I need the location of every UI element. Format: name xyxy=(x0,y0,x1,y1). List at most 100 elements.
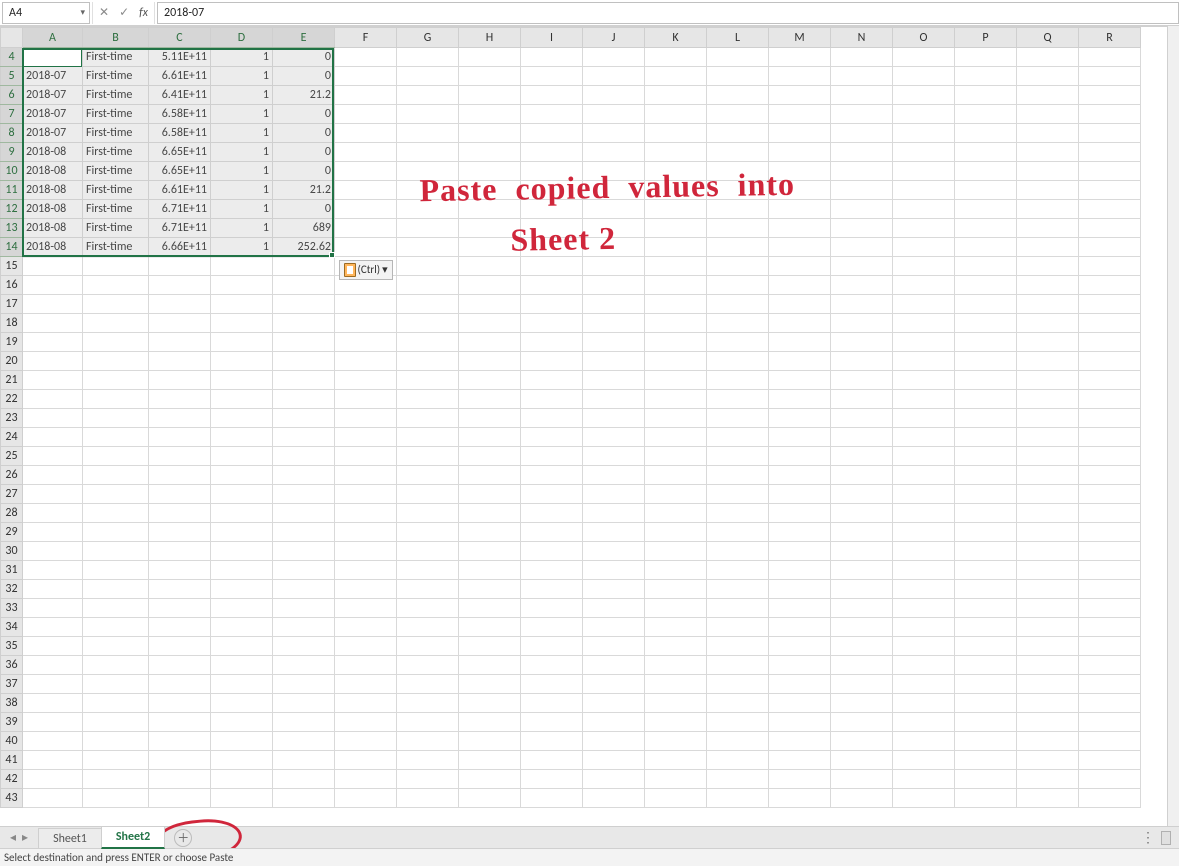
cell[interactable] xyxy=(1017,485,1079,504)
cell[interactable] xyxy=(1017,143,1079,162)
column-header[interactable]: J xyxy=(583,28,645,48)
cell[interactable] xyxy=(1017,751,1079,770)
row-header[interactable]: 28 xyxy=(1,504,23,523)
cell[interactable] xyxy=(955,124,1017,143)
cell[interactable] xyxy=(583,618,645,637)
cell[interactable] xyxy=(335,219,397,238)
cell[interactable] xyxy=(397,238,459,257)
name-box-dropdown-icon[interactable]: ▾ xyxy=(80,7,85,18)
cell[interactable] xyxy=(1079,314,1141,333)
cell[interactable] xyxy=(831,428,893,447)
cell[interactable] xyxy=(645,447,707,466)
cell[interactable] xyxy=(211,314,273,333)
cell[interactable] xyxy=(955,523,1017,542)
cell[interactable] xyxy=(211,637,273,656)
cell[interactable] xyxy=(273,789,335,808)
cell[interactable] xyxy=(23,428,83,447)
cell[interactable] xyxy=(397,466,459,485)
cell[interactable] xyxy=(1079,295,1141,314)
cell[interactable]: 2018-08 xyxy=(23,162,83,181)
row-header[interactable]: 39 xyxy=(1,713,23,732)
cell[interactable] xyxy=(459,238,521,257)
column-header[interactable]: R xyxy=(1079,28,1141,48)
cell[interactable] xyxy=(397,67,459,86)
cell[interactable] xyxy=(397,637,459,656)
cell[interactable] xyxy=(23,637,83,656)
cell[interactable] xyxy=(1079,770,1141,789)
cell[interactable] xyxy=(83,656,149,675)
cell[interactable] xyxy=(521,485,583,504)
cell[interactable] xyxy=(211,675,273,694)
row-header[interactable]: 33 xyxy=(1,599,23,618)
cell[interactable] xyxy=(707,561,769,580)
cell[interactable] xyxy=(893,732,955,751)
cell[interactable] xyxy=(521,618,583,637)
cell[interactable] xyxy=(707,162,769,181)
cell[interactable] xyxy=(955,314,1017,333)
cell[interactable] xyxy=(397,295,459,314)
cell[interactable]: 1 xyxy=(211,105,273,124)
cell[interactable] xyxy=(521,219,583,238)
cell[interactable] xyxy=(23,371,83,390)
row-header[interactable]: 25 xyxy=(1,447,23,466)
cell[interactable] xyxy=(1079,732,1141,751)
cell[interactable] xyxy=(831,732,893,751)
cell[interactable] xyxy=(83,751,149,770)
cell[interactable] xyxy=(1079,276,1141,295)
cell[interactable] xyxy=(893,181,955,200)
cell[interactable] xyxy=(769,485,831,504)
cell[interactable] xyxy=(83,542,149,561)
cell[interactable] xyxy=(955,219,1017,238)
cell[interactable] xyxy=(521,466,583,485)
cell[interactable]: 6.71E+11 xyxy=(149,219,211,238)
cell[interactable] xyxy=(893,352,955,371)
cell[interactable] xyxy=(459,751,521,770)
cell[interactable] xyxy=(955,599,1017,618)
cell[interactable] xyxy=(397,200,459,219)
cell[interactable] xyxy=(211,732,273,751)
cell[interactable] xyxy=(955,485,1017,504)
cell[interactable] xyxy=(769,105,831,124)
cell[interactable] xyxy=(459,656,521,675)
cell[interactable]: First-time xyxy=(83,143,149,162)
cell[interactable] xyxy=(955,675,1017,694)
cell[interactable] xyxy=(1079,238,1141,257)
cell[interactable] xyxy=(769,314,831,333)
cell[interactable] xyxy=(645,162,707,181)
cell[interactable] xyxy=(149,751,211,770)
cell[interactable] xyxy=(1017,637,1079,656)
cell[interactable] xyxy=(955,694,1017,713)
row-header[interactable]: 13 xyxy=(1,219,23,238)
cell[interactable] xyxy=(769,770,831,789)
cell[interactable] xyxy=(583,124,645,143)
cell[interactable] xyxy=(707,276,769,295)
cell[interactable] xyxy=(521,162,583,181)
cell[interactable] xyxy=(83,409,149,428)
cell[interactable] xyxy=(459,637,521,656)
cell[interactable] xyxy=(707,390,769,409)
cell[interactable] xyxy=(521,124,583,143)
cell[interactable]: 1 xyxy=(211,48,273,67)
cell[interactable] xyxy=(831,86,893,105)
cell[interactable] xyxy=(1079,428,1141,447)
cell[interactable] xyxy=(707,466,769,485)
cell[interactable] xyxy=(769,352,831,371)
row-header[interactable]: 30 xyxy=(1,542,23,561)
cell[interactable] xyxy=(211,409,273,428)
row-header[interactable]: 14 xyxy=(1,238,23,257)
cell[interactable] xyxy=(583,409,645,428)
cell[interactable] xyxy=(583,770,645,789)
cell[interactable] xyxy=(521,276,583,295)
cell[interactable] xyxy=(769,200,831,219)
cell[interactable] xyxy=(707,770,769,789)
cell[interactable] xyxy=(459,675,521,694)
cell[interactable] xyxy=(1017,694,1079,713)
cell[interactable] xyxy=(1017,618,1079,637)
cell[interactable] xyxy=(149,276,211,295)
cell[interactable] xyxy=(521,428,583,447)
row-header[interactable]: 38 xyxy=(1,694,23,713)
cell[interactable] xyxy=(211,713,273,732)
cell[interactable] xyxy=(1017,333,1079,352)
cell[interactable] xyxy=(23,504,83,523)
cell[interactable] xyxy=(955,295,1017,314)
